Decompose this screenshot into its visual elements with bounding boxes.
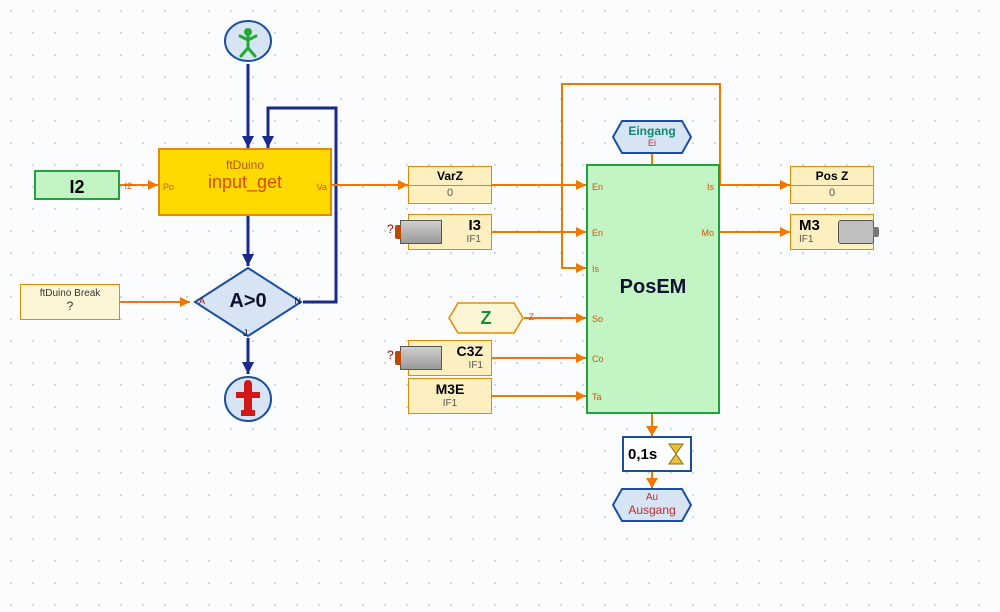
block-i2[interactable]: I2 I2 xyxy=(34,170,120,200)
block-varz[interactable]: VarZ 0 xyxy=(408,166,492,204)
posem-port-r1: Mo xyxy=(701,228,714,238)
posem-port-r0: Is xyxy=(707,182,714,192)
motor-icon xyxy=(838,220,874,244)
block-posz[interactable]: Pos Z 0 xyxy=(790,166,874,204)
hex-ausgang[interactable]: Au Ausgang xyxy=(612,488,692,522)
posz-value: 0 xyxy=(791,186,873,199)
timer-text: 0,1s xyxy=(628,446,657,463)
decision-port-a: A xyxy=(199,296,205,306)
posz-header: Pos Z xyxy=(791,167,873,186)
input-get-line1: ftDuino xyxy=(160,150,330,172)
block-timer[interactable]: 0,1s xyxy=(622,436,692,472)
posem-port-l3: So xyxy=(592,314,603,324)
posem-port-l2: Is xyxy=(592,264,599,274)
decision-port-n: N xyxy=(295,296,302,306)
input-get-line2: input_get xyxy=(160,172,330,193)
posem-port-l0: En xyxy=(592,182,603,192)
m3e-label: M3E xyxy=(409,379,491,398)
io-module-icon xyxy=(400,220,442,244)
z-port: Z xyxy=(529,312,535,322)
block-posem[interactable]: PosEM En En Is So Co Ta Is Mo xyxy=(586,164,720,414)
stop-icon[interactable] xyxy=(224,374,272,424)
i2-port-out: I2 xyxy=(124,181,132,191)
posem-port-l5: Ta xyxy=(592,392,602,402)
input-get-port-po: Po xyxy=(163,182,174,192)
ftduino-break-line1: ftDuino Break xyxy=(21,285,119,299)
i2-label: I2 xyxy=(36,172,118,200)
eingang-t1: Eingang xyxy=(612,124,692,138)
hex-eingang[interactable]: Eingang Ei xyxy=(612,120,692,154)
input-get-port-va: Va xyxy=(317,182,327,192)
block-z-hex[interactable]: Z Z xyxy=(448,302,524,334)
block-ftduino-break[interactable]: ftDuino Break ? xyxy=(20,284,120,320)
ftduino-break-line2: ? xyxy=(21,299,119,313)
flowchart-canvas: { "start":{"title":"Start"}, "stop":{"ti… xyxy=(0,0,1000,612)
hourglass-icon xyxy=(666,442,686,466)
start-icon[interactable] xyxy=(224,18,272,64)
varz-value: 0 xyxy=(409,186,491,199)
decision-expr: A>0 xyxy=(193,266,303,336)
varz-header: VarZ xyxy=(409,167,491,186)
ausgang-t2: Ausgang xyxy=(612,503,692,517)
block-m3e[interactable]: M3E IF1 xyxy=(408,378,492,414)
m3e-sub: IF1 xyxy=(409,398,491,409)
io-module-icon-2 xyxy=(400,346,442,370)
posem-port-l1: En xyxy=(592,228,603,238)
z-label: Z xyxy=(448,308,524,329)
block-decision[interactable]: A>0 A N J xyxy=(193,266,303,336)
block-input-get[interactable]: ftDuino input_get Po Va xyxy=(158,148,332,216)
ausgang-t1: Au xyxy=(612,492,692,503)
eingang-t2: Ei xyxy=(612,138,692,148)
posem-port-l4: Co xyxy=(592,354,604,364)
decision-port-j: J xyxy=(243,328,248,338)
posem-title: PosEM xyxy=(588,276,718,299)
